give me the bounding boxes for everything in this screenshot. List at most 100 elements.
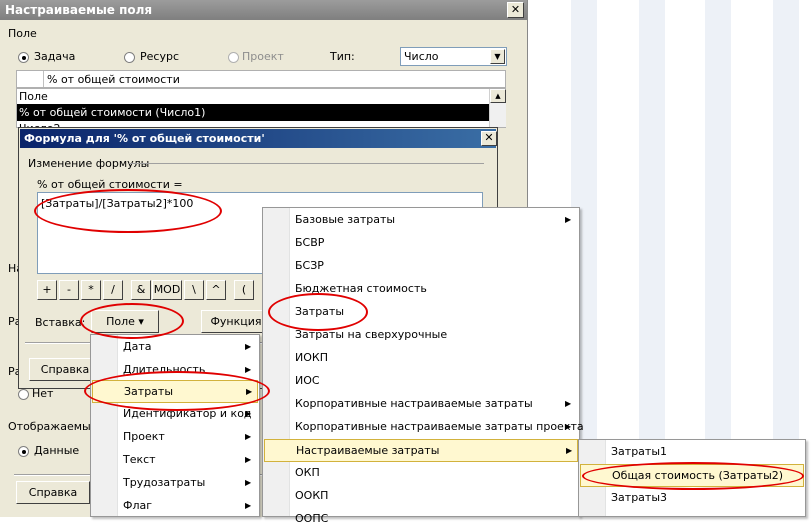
menu-item-label: Корпоративные настраиваемые затраты (295, 397, 533, 410)
radio-resource[interactable] (124, 52, 135, 63)
menu-item-label: Затраты (124, 385, 174, 398)
menu-item-custom-cost[interactable]: Настраиваемые затраты ▶ (264, 439, 578, 462)
menu-item-work[interactable]: Трудозатраты ▶ (91, 472, 259, 495)
submenu-arrow-icon: ▶ (245, 501, 252, 510)
submenu-arrow-icon: ▶ (245, 455, 252, 464)
operator-intdiv-button[interactable]: \ (184, 280, 204, 300)
field-category-menu: Дата ▶ Длительность ▶ Затраты ▶ Идентификат… (90, 334, 260, 517)
close-icon: ✕ (484, 131, 494, 144)
menu-item-cpi[interactable]: ИОКП (263, 347, 579, 370)
submenu-arrow-icon: ▶ (245, 478, 252, 487)
close-icon: ✕ (510, 3, 521, 16)
formula-dialog-title: Формула для '% от общей стоимости' (24, 132, 265, 145)
menu-item-bcwp[interactable]: БСВР (263, 232, 579, 255)
radio-data[interactable] (18, 446, 29, 457)
menu-item-label: Настраиваемые затраты (296, 444, 440, 457)
submenu-arrow-icon: ▶ (245, 409, 252, 418)
submenu-arrow-icon: ▶ (566, 446, 573, 455)
menu-item-budget-cost[interactable]: Бюджетная стоимость (263, 278, 579, 301)
type-value: Число (404, 50, 439, 63)
menu-item-cost[interactable]: Затраты ▶ (92, 380, 258, 403)
formula-titlebar: Формула для '% от общей стоимости' ✕ (20, 129, 497, 148)
radio-task-label: Задача (34, 50, 76, 63)
insert-label: Вставка: (35, 316, 86, 329)
list-header: Поле (19, 90, 48, 103)
menu-item-label: Бюджетная стоимость (295, 282, 427, 295)
menu-item-duration[interactable]: Длительность ▶ (91, 359, 259, 382)
menu-item-label: Проект (123, 430, 165, 443)
menu-item-label: Затраты1 (611, 445, 668, 458)
operator-power-button[interactable]: ^ (206, 280, 226, 300)
menu-item-flag[interactable]: Флаг ▶ (91, 495, 259, 518)
list-item-selected[interactable]: % от общей стоимости (Число1) (17, 104, 489, 121)
submenu-arrow-icon: ▶ (245, 342, 252, 351)
operator-minus-button[interactable]: - (59, 280, 79, 300)
menu-item-cost2[interactable]: Общая стоимость (Затраты2) (580, 464, 804, 487)
menu-item-sv[interactable]: ИОС (263, 370, 579, 393)
menu-item-cost3[interactable]: Затраты3 (579, 487, 805, 510)
menu-item-enterprise-cost[interactable]: Корпоративные настраиваемые затраты ▶ (263, 393, 579, 416)
scroll-up-icon[interactable]: ▲ (490, 89, 506, 103)
radio-project[interactable] (228, 52, 239, 63)
menu-item-date[interactable]: Дата ▶ (91, 336, 259, 359)
type-combo[interactable]: Число ▼ (400, 47, 507, 66)
menu-item-label: Длительность (123, 363, 206, 376)
submenu-arrow-icon: ▶ (565, 399, 572, 408)
menu-item-label: Затраты (295, 305, 345, 318)
menu-item-label: БСВР (295, 236, 325, 249)
display-label: Отображаемые (8, 420, 98, 433)
field-search-value: % от общей стоимости (47, 73, 180, 86)
type-label: Тип: (330, 50, 355, 63)
menu-item-label: ИОС (295, 374, 320, 387)
radio-task[interactable] (18, 52, 29, 63)
operator-multiply-button[interactable]: * (81, 280, 101, 300)
chevron-down-icon[interactable]: ▼ (490, 49, 505, 64)
list-item-label: % от общей стоимости (Число1) (19, 106, 206, 119)
operator-paren-button[interactable]: ( (234, 280, 254, 300)
field-list: Поле % от общей стоимости (Число1) Число… (16, 88, 506, 135)
formula-text: [Затраты]/[Затраты2]*100 (41, 197, 194, 210)
radio-net[interactable] (18, 389, 29, 400)
menu-item-label: Общая стоимость (Затраты2) (612, 469, 784, 482)
submenu-arrow-icon: ▶ (245, 432, 252, 441)
menu-item-cost[interactable]: Затраты (263, 301, 579, 324)
menu-item-oops[interactable]: ООПС (263, 508, 579, 531)
menu-item-overtime-cost[interactable]: Затраты на сверхурочные (263, 324, 579, 347)
radio-resource-label: Ресурс (140, 50, 179, 63)
list-scrollbar[interactable]: ▲ (489, 89, 506, 127)
operator-divide-button[interactable]: / (103, 280, 123, 300)
menu-item-label: Трудозатраты (123, 476, 206, 489)
menu-item-bcws[interactable]: БСЗР (263, 255, 579, 278)
close-button[interactable]: ✕ (507, 2, 524, 18)
menu-item-label: Корпоративные настраиваемые затраты прое… (295, 420, 584, 433)
submenu-arrow-icon: ▶ (246, 387, 253, 396)
menu-item-id-code[interactable]: Идентификатор и код ▶ (91, 403, 259, 426)
menu-item-label: ООПС (295, 512, 329, 525)
operator-concat-button[interactable]: & (131, 280, 151, 300)
submenu-arrow-icon: ▶ (565, 215, 572, 224)
menu-item-label: ОКП (295, 466, 320, 479)
menu-item-label: Затраты на сверхурочные (295, 328, 448, 341)
function-button[interactable]: Функция (201, 310, 271, 333)
menu-item-label: ИОКП (295, 351, 328, 364)
operator-mod-button[interactable]: MOD (152, 280, 182, 300)
menu-item-okp[interactable]: ОКП (263, 462, 579, 485)
submenu-arrow-icon: ▶ (245, 365, 252, 374)
formula-prefix: % от общей стоимости = (37, 178, 183, 191)
menu-item-baseline-cost[interactable]: Базовые затраты ▶ (263, 209, 579, 232)
menu-item-enterprise-project-cost[interactable]: Корпоративные настраиваемые затраты прое… (263, 416, 584, 439)
menu-item-project[interactable]: Проект ▶ (91, 426, 259, 449)
menu-item-label: ООКП (295, 489, 329, 502)
menu-item-text[interactable]: Текст ▶ (91, 449, 259, 472)
help-button[interactable]: Справка (16, 481, 90, 504)
menu-item-label: БСЗР (295, 259, 324, 272)
field-search-input[interactable]: % от общей стоимости (43, 71, 490, 87)
field-search-area: % от общей стоимости (16, 70, 506, 88)
field-button[interactable]: Поле ▾ (91, 310, 159, 333)
custom-fields-titlebar: Настраиваемые поля ✕ (0, 0, 527, 20)
menu-item-ookp[interactable]: ООКП (263, 485, 579, 508)
formula-close-button[interactable]: ✕ (481, 131, 497, 146)
radio-data-label: Данные (34, 444, 80, 457)
operator-plus-button[interactable]: + (37, 280, 57, 300)
menu-item-cost1[interactable]: Затраты1 (579, 441, 805, 464)
